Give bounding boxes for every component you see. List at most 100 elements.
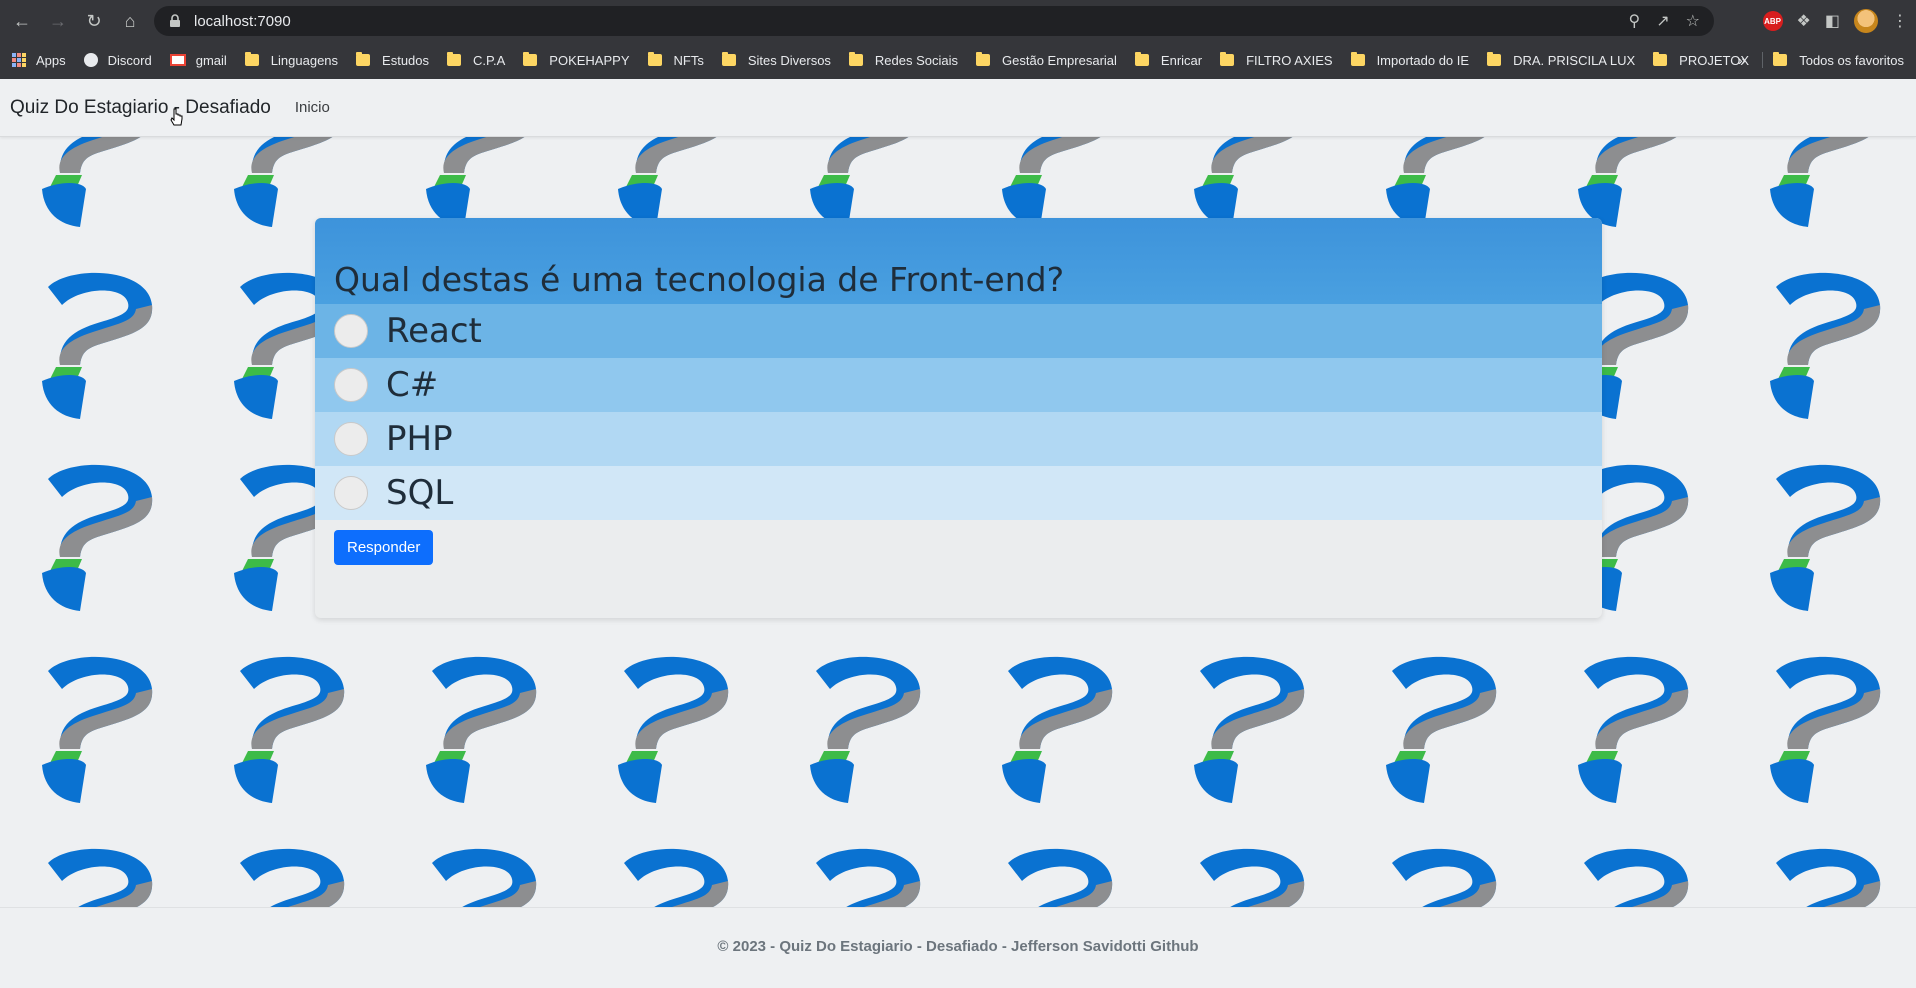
answer-option-react[interactable]: React bbox=[315, 304, 1602, 358]
question-mark-pattern-icon bbox=[432, 848, 537, 907]
reload-icon[interactable]: ↻ bbox=[76, 3, 112, 39]
bookmark-label: POKEHAPPY bbox=[549, 52, 630, 68]
radio-button[interactable] bbox=[334, 368, 368, 402]
question-mark-pattern-icon bbox=[816, 848, 921, 907]
question-mark-pattern-icon bbox=[1002, 137, 1101, 227]
question-mark-pattern-icon bbox=[618, 656, 729, 803]
question-mark-pattern-icon bbox=[1194, 656, 1305, 803]
answer-option-sql[interactable]: SQL bbox=[315, 466, 1602, 520]
browser-menu-icon[interactable]: ⋮ bbox=[1892, 11, 1908, 31]
all-favorites-label: Todos os favoritos bbox=[1799, 52, 1904, 68]
folder-icon bbox=[1134, 52, 1149, 66]
folder-icon bbox=[1220, 52, 1235, 66]
folder-icon bbox=[647, 52, 662, 66]
question-mark-pattern-icon bbox=[1770, 656, 1881, 803]
bookmark-label: NFTs bbox=[673, 52, 704, 68]
side-panel-icon[interactable]: ◧ bbox=[1825, 11, 1840, 31]
bookmark-folder-linguagens[interactable]: Linguagens bbox=[244, 52, 339, 68]
question-mark-pattern-icon bbox=[48, 848, 153, 907]
answer-label: PHP bbox=[386, 419, 453, 459]
bookmark-label: Gestão Empresarial bbox=[1002, 52, 1117, 68]
question-mark-pattern-icon bbox=[1578, 137, 1677, 227]
question-mark-pattern-icon bbox=[810, 656, 921, 803]
bookmark-label: Linguagens bbox=[270, 52, 339, 68]
bookmarks-overflow-button[interactable]: » bbox=[1738, 46, 1746, 74]
question-mark-pattern-icon bbox=[1770, 137, 1869, 227]
radio-button[interactable] bbox=[334, 422, 368, 456]
bookmark-folder-enricar[interactable]: Enricar bbox=[1134, 52, 1202, 68]
mouse-cursor-icon bbox=[170, 108, 183, 126]
bookmark-folder-sites-diversos[interactable]: Sites Diversos bbox=[721, 52, 831, 68]
zoom-icon[interactable]: ⚲ bbox=[1629, 11, 1641, 31]
answer-label: React bbox=[386, 311, 482, 351]
question-mark-pattern-icon bbox=[240, 848, 345, 907]
address-url: localhost:7090 bbox=[194, 12, 291, 30]
bookmark-folder-estudos[interactable]: Estudos bbox=[356, 52, 429, 68]
folder-icon bbox=[848, 52, 863, 66]
bookmark-folder-nfts[interactable]: NFTs bbox=[647, 52, 704, 68]
bookmark-label: Redes Sociais bbox=[874, 52, 959, 68]
bookmark-folder-gestao-empresarial[interactable]: Gestão Empresarial bbox=[976, 52, 1117, 68]
browser-toolbar: ← → ↻ ⌂ localhost:7090 ⚲ ↗ ☆ ABP ❖ ◧ ⋮ bbox=[0, 0, 1916, 42]
radio-button[interactable] bbox=[334, 476, 368, 510]
bookmark-label: DRA. PRISCILA LUX bbox=[1513, 52, 1636, 68]
folder-icon bbox=[1773, 52, 1788, 66]
question-mark-pattern-icon bbox=[1008, 848, 1113, 907]
bookmark-folder-filtro-axies[interactable]: FILTRO AXIES bbox=[1220, 52, 1333, 68]
question-mark-pattern-icon bbox=[42, 272, 153, 419]
bookmark-label: gmail bbox=[195, 52, 227, 68]
extensions-puzzle-icon[interactable]: ❖ bbox=[1797, 11, 1811, 31]
all-favorites-folder[interactable]: Todos os favoritos bbox=[1773, 46, 1904, 74]
adblock-icon[interactable]: ABP bbox=[1762, 11, 1783, 31]
bookmark-label: Discord bbox=[107, 52, 152, 68]
page-content: Quiz Do Estagiario - Desafiado Inicio Qu… bbox=[0, 79, 1916, 988]
bookmark-folder-projetox[interactable]: PROJETOX bbox=[1653, 52, 1749, 68]
answer-label: SQL bbox=[386, 473, 454, 513]
forward-icon[interactable]: → bbox=[40, 3, 76, 39]
bookmark-label: Apps bbox=[36, 52, 66, 68]
bookmark-gmail[interactable]: gmail bbox=[169, 52, 227, 68]
site-footer: © 2023 - Quiz Do Estagiario - Desafiado … bbox=[0, 907, 1916, 988]
profile-avatar[interactable] bbox=[1854, 9, 1878, 33]
back-icon[interactable]: ← bbox=[4, 3, 40, 39]
answer-option-php[interactable]: PHP bbox=[315, 412, 1602, 466]
bookmark-label: FILTRO AXIES bbox=[1246, 52, 1333, 68]
question-mark-pattern-icon bbox=[42, 656, 153, 803]
question-mark-background: Qual destas é uma tecnologia de Front-en… bbox=[0, 137, 1916, 907]
question-mark-pattern-icon bbox=[1770, 272, 1881, 419]
question-mark-pattern-icon bbox=[1002, 656, 1113, 803]
question-mark-pattern-icon bbox=[234, 137, 333, 227]
question-text: Qual destas é uma tecnologia de Front-en… bbox=[334, 260, 1065, 299]
folder-icon bbox=[523, 52, 538, 66]
bookmark-folder-redes-sociais[interactable]: Redes Sociais bbox=[848, 52, 959, 68]
bookmarks-bar: Apps Discord gmail Linguagens Estudos C.… bbox=[0, 46, 1916, 74]
radio-button[interactable] bbox=[334, 314, 368, 348]
question-header: Qual destas é uma tecnologia de Front-en… bbox=[315, 218, 1602, 304]
bookmark-folder-dra-priscila[interactable]: DRA. PRISCILA LUX bbox=[1487, 52, 1636, 68]
bookmark-star-icon[interactable]: ☆ bbox=[1686, 11, 1700, 31]
footer-text: © 2023 - Quiz Do Estagiario - Desafiado … bbox=[717, 937, 1199, 955]
answer-label: C# bbox=[386, 365, 439, 405]
question-mark-pattern-icon bbox=[1392, 848, 1497, 907]
bookmark-apps[interactable]: Apps bbox=[12, 53, 66, 68]
nav-link-inicio[interactable]: Inicio bbox=[295, 99, 330, 116]
answer-option-csharp[interactable]: C# bbox=[315, 358, 1602, 412]
address-bar[interactable]: localhost:7090 ⚲ ↗ ☆ bbox=[154, 6, 1714, 36]
bookmark-label: C.P.A bbox=[473, 52, 506, 68]
question-mark-pattern-icon bbox=[426, 137, 525, 227]
extensions-area: ABP ❖ ◧ ⋮ bbox=[1762, 6, 1908, 36]
share-icon[interactable]: ↗ bbox=[1656, 11, 1669, 31]
bookmark-folder-cpa[interactable]: C.P.A bbox=[447, 52, 506, 68]
gmail-icon bbox=[169, 54, 186, 66]
folder-icon bbox=[356, 52, 371, 66]
home-icon[interactable]: ⌂ bbox=[112, 3, 148, 39]
bookmark-folder-importado-ie[interactable]: Importado do IE bbox=[1350, 52, 1469, 68]
question-mark-pattern-icon bbox=[42, 464, 153, 611]
bookmark-discord[interactable]: Discord bbox=[83, 52, 152, 68]
question-mark-pattern-icon bbox=[618, 137, 717, 227]
question-mark-pattern-icon bbox=[42, 137, 141, 227]
brand-link[interactable]: Quiz Do Estagiario - Desafiado bbox=[10, 97, 271, 119]
bookmark-folder-pokehappy[interactable]: POKEHAPPY bbox=[523, 52, 630, 68]
browser-chrome: ← → ↻ ⌂ localhost:7090 ⚲ ↗ ☆ ABP ❖ ◧ ⋮ A… bbox=[0, 0, 1916, 79]
responder-button[interactable]: Responder bbox=[334, 530, 434, 565]
